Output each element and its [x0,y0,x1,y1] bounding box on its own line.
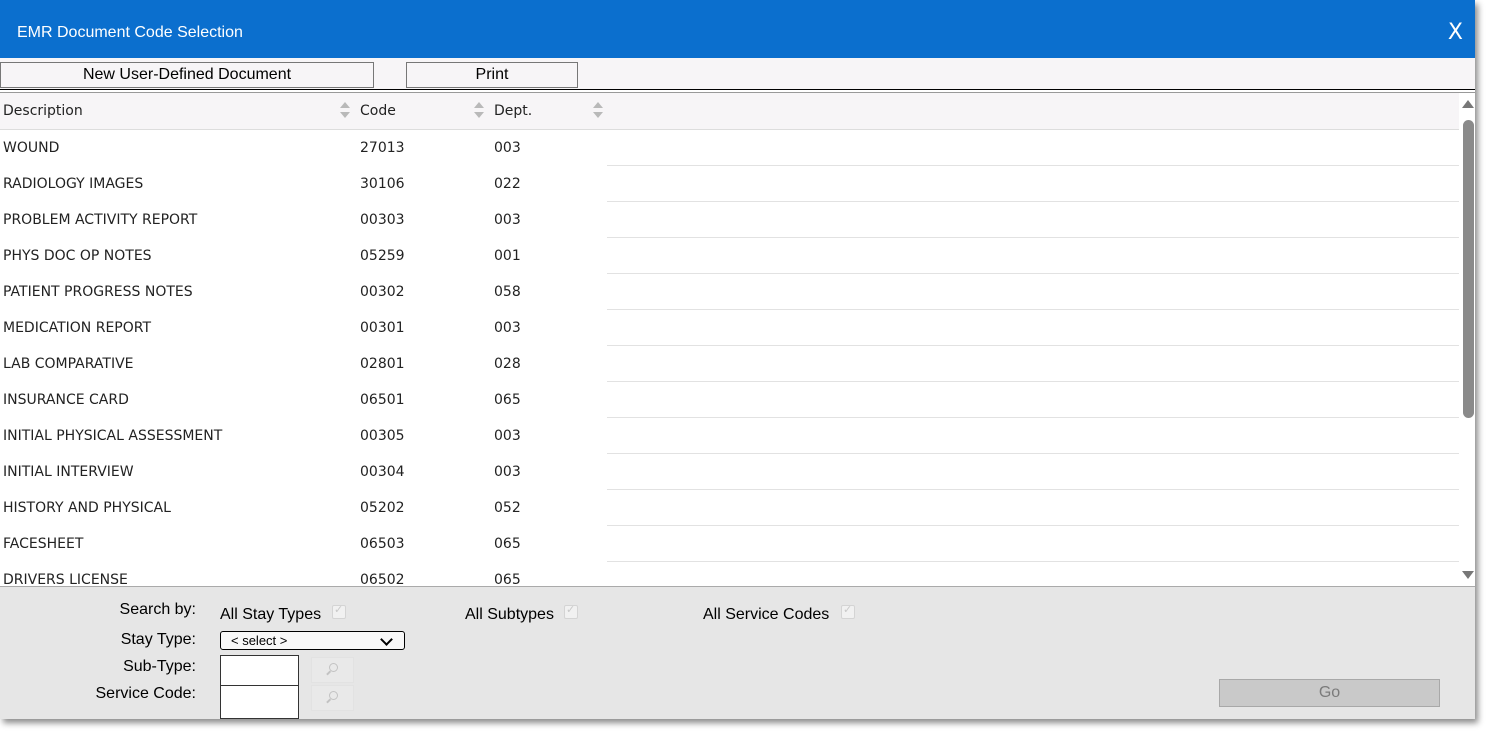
service-code-label: Service Code: [95,685,197,702]
cell-description: LAB COMPARATIVE [3,356,134,372]
cell-code: 00301 [360,320,405,336]
cell-description: PATIENT PROGRESS NOTES [3,284,193,300]
table-row[interactable]: INSURANCE CARD 06501 065 [0,382,1459,418]
search-panel: Search by: All Stay Types All Subtypes A… [0,586,1475,719]
column-header-description[interactable]: Description [3,93,83,129]
all-service-codes-checkbox[interactable] [841,603,855,619]
cell-code: 27013 [360,140,405,156]
sort-icon[interactable] [593,102,603,120]
cell-description: INITIAL INTERVIEW [3,464,134,480]
cell-dept: 058 [494,284,521,300]
table-row[interactable]: PHYS DOC OP NOTES 05259 001 [0,238,1459,274]
cell-description: DRIVERS LICENSE [3,572,128,587]
cell-dept: 003 [494,140,521,156]
scroll-up-icon[interactable] [1462,100,1474,108]
cell-code: 02801 [360,356,405,372]
table-row[interactable]: PROBLEM ACTIVITY REPORT 00303 003 [0,202,1459,238]
table-row[interactable]: MEDICATION REPORT 00301 003 [0,310,1459,346]
cell-dept: 001 [494,248,521,264]
cell-code: 00302 [360,284,405,300]
cell-description: WOUND [3,140,60,156]
all-stay-types-checkbox[interactable] [332,603,346,619]
chevron-down-icon [380,633,393,646]
search-icon [327,663,338,673]
toolbar: New User-Defined Document Print [0,58,1475,90]
cell-description: MEDICATION REPORT [3,320,152,336]
cell-description: HISTORY AND PHYSICAL [3,500,171,516]
cell-description: PROBLEM ACTIVITY REPORT [3,212,198,228]
close-icon[interactable]: X [1448,20,1463,45]
cell-dept: 022 [494,176,521,192]
cell-description: INSURANCE CARD [3,392,129,408]
cell-code: 05259 [360,248,405,264]
search-icon [327,691,338,701]
table-row[interactable]: INITIAL INTERVIEW 00304 003 [0,454,1459,490]
column-header-dept[interactable]: Dept. [494,93,532,129]
document-code-grid: Description Code Dept. WOUND 27013 003 RADI… [0,92,1475,587]
column-header-code[interactable]: Code [360,93,396,129]
cell-dept: 065 [494,572,521,587]
cell-dept: 003 [494,428,521,444]
print-button[interactable]: Print [406,62,578,88]
service-code-input[interactable] [220,685,299,719]
sort-icon[interactable] [474,102,484,120]
table-row[interactable]: WOUND 27013 003 [0,130,1459,166]
cell-dept: 065 [494,392,521,408]
search-by-label: Search by: [119,601,196,618]
table-row[interactable]: HISTORY AND PHYSICAL 05202 052 [0,490,1459,526]
cell-code: 30106 [360,176,405,192]
stay-type-label: Stay Type: [120,631,196,648]
grid-header: Description Code Dept. [0,93,1459,130]
cell-dept: 003 [494,464,521,480]
cell-code: 06503 [360,536,405,552]
table-row[interactable]: INITIAL PHYSICAL ASSESSMENT 00305 003 [0,418,1459,454]
table-row[interactable]: RADIOLOGY IMAGES 30106 022 [0,166,1459,202]
cell-code: 05202 [360,500,405,516]
title-bar: EMR Document Code Selection X [0,0,1475,58]
all-service-codes-label: All Service Codes [703,606,830,623]
sort-icon[interactable] [340,102,350,120]
cell-description: INITIAL PHYSICAL ASSESSMENT [3,428,223,444]
sub-type-input[interactable] [220,655,299,689]
grid-body: WOUND 27013 003 RADIOLOGY IMAGES 30106 022 PRO… [0,130,1459,587]
cell-description: RADIOLOGY IMAGES [3,176,144,192]
scroll-down-icon[interactable] [1462,571,1474,579]
table-row[interactable]: DRIVERS LICENSE 06502 065 [0,562,1459,587]
service-code-lookup-button[interactable] [311,685,354,711]
sub-type-label: Sub-Type: [123,658,196,675]
cell-dept: 003 [494,212,521,228]
cell-code: 00304 [360,464,405,480]
cell-dept: 052 [494,500,521,516]
new-user-defined-document-button[interactable]: New User-Defined Document [0,62,374,88]
cell-dept: 028 [494,356,521,372]
cell-code: 00305 [360,428,405,444]
table-row[interactable]: LAB COMPARATIVE 02801 028 [0,346,1459,382]
all-subtypes-label: All Subtypes [465,606,554,623]
cell-code: 06502 [360,572,405,587]
all-stay-types-label: All Stay Types [220,606,322,623]
scroll-thumb[interactable] [1463,120,1474,418]
stay-type-value: < select > [231,633,288,648]
cell-code: 00303 [360,212,405,228]
stay-type-select[interactable]: < select > [220,631,405,650]
document-code-dialog: EMR Document Code Selection X New User-D… [0,0,1475,719]
sub-type-lookup-button[interactable] [311,657,354,683]
cell-code: 06501 [360,392,405,408]
cell-description: FACESHEET [3,536,84,552]
cell-dept: 065 [494,536,521,552]
table-row[interactable]: FACESHEET 06503 065 [0,526,1459,562]
all-subtypes-checkbox[interactable] [564,603,578,619]
cell-description: PHYS DOC OP NOTES [3,248,152,264]
dialog-title: EMR Document Code Selection [17,24,243,41]
table-row[interactable]: PATIENT PROGRESS NOTES 00302 058 [0,274,1459,310]
vertical-scrollbar[interactable] [1459,93,1475,587]
cell-dept: 003 [494,320,521,336]
go-button[interactable]: Go [1219,679,1440,707]
